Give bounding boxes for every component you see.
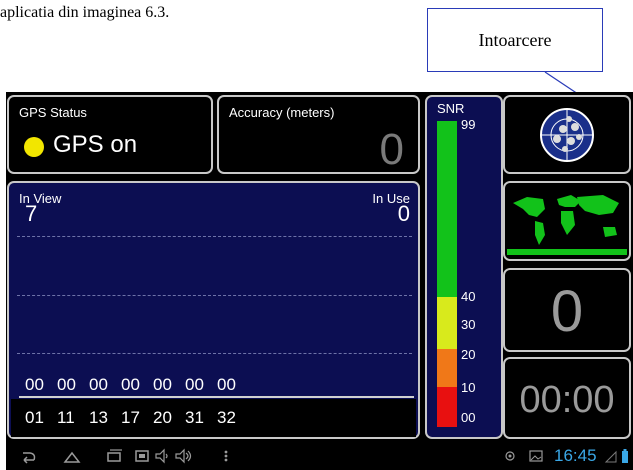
time-panel: 00:00 (503, 357, 631, 439)
satellite-prn: 32 (217, 408, 236, 427)
snr-segment-red (437, 387, 457, 427)
grid-line (17, 236, 412, 237)
satellite-prn: 20 (153, 408, 172, 427)
satellite-prn: 13 (89, 408, 108, 427)
volume-down-icon[interactable] (154, 447, 172, 465)
snr-label: SNR (437, 101, 465, 116)
satellite-snr: 00 (153, 375, 172, 394)
radar-button[interactable] (503, 95, 631, 174)
home-icon[interactable] (62, 447, 82, 465)
snr-tick: 20 (461, 347, 476, 362)
snr-segment-orange (437, 349, 457, 387)
satellite-prn: 17 (121, 408, 140, 427)
grid-line (17, 353, 412, 354)
snr-segment-yellow (437, 297, 457, 349)
satellite-snr-row: 00 00 00 00 00 00 00 (25, 375, 249, 395)
back-icon[interactable] (18, 447, 38, 465)
satellite-snr: 00 (57, 375, 76, 394)
satellite-snr: 00 (217, 375, 236, 394)
satellite-snr: 00 (89, 375, 108, 394)
menu-icon[interactable] (222, 447, 230, 465)
accuracy-panel: Accuracy (meters) 0 (217, 95, 420, 174)
satellite-panel: In View In Use 7 0 00 00 00 00 00 00 00 … (7, 181, 420, 439)
world-map-button[interactable] (503, 181, 631, 261)
satellite-snr: 00 (185, 375, 204, 394)
snr-baseline (19, 396, 414, 398)
callout-label: Intoarcere (478, 29, 552, 50)
in-view-value: 7 (25, 201, 38, 226)
grid-line (17, 295, 412, 296)
screenshot-icon[interactable] (132, 447, 152, 465)
gps-status-icon (505, 451, 515, 461)
snr-tick: 40 (461, 289, 476, 304)
snr-tick: 00 (461, 410, 476, 425)
speed-panel: 0 (503, 268, 631, 352)
in-use-value: 0 (397, 201, 410, 226)
android-screen: GPS Status GPS on Accuracy (meters) 0 In… (6, 92, 633, 470)
status-clock: 16:45 (554, 446, 597, 465)
satellite-prn: 01 (25, 408, 44, 427)
satellite-snr: 00 (121, 375, 140, 394)
snr-segment-green (437, 121, 457, 297)
radar-icon (540, 108, 594, 162)
satellite-prn: 31 (185, 408, 204, 427)
snr-tick: 99 (461, 117, 476, 132)
gps-indicator (24, 137, 44, 157)
snr-tick: 10 (461, 380, 476, 395)
system-navigation-bar: 16:45 (6, 443, 633, 470)
gps-status-value: GPS on (53, 131, 138, 158)
snr-color-bar (437, 121, 457, 427)
satellite-prn-row: 01 11 13 17 20 31 32 (11, 399, 416, 437)
snr-tick: 30 (461, 317, 476, 332)
gps-status-label: GPS Status (19, 105, 87, 120)
world-map-icon (507, 195, 627, 255)
accuracy-label: Accuracy (meters) (229, 105, 335, 120)
satellite-snr: 00 (25, 375, 44, 394)
accuracy-value: 0 (379, 125, 404, 174)
volume-up-icon[interactable] (174, 447, 194, 465)
satellite-prn: 11 (57, 408, 75, 427)
callout-box: Intoarcere (427, 8, 603, 72)
document-caption: aplicatia din imaginea 6.3. (0, 4, 170, 21)
battery-icon (622, 449, 628, 463)
signal-icon (604, 450, 617, 463)
recent-apps-icon[interactable] (104, 447, 124, 465)
time-value: 00:00 (519, 379, 615, 421)
image-notification-icon (529, 450, 543, 462)
gps-status-panel: GPS Status GPS on (7, 95, 213, 174)
snr-scale-panel: SNR 99 40 30 20 10 00 (425, 95, 503, 439)
speed-value: 0 (550, 279, 584, 344)
